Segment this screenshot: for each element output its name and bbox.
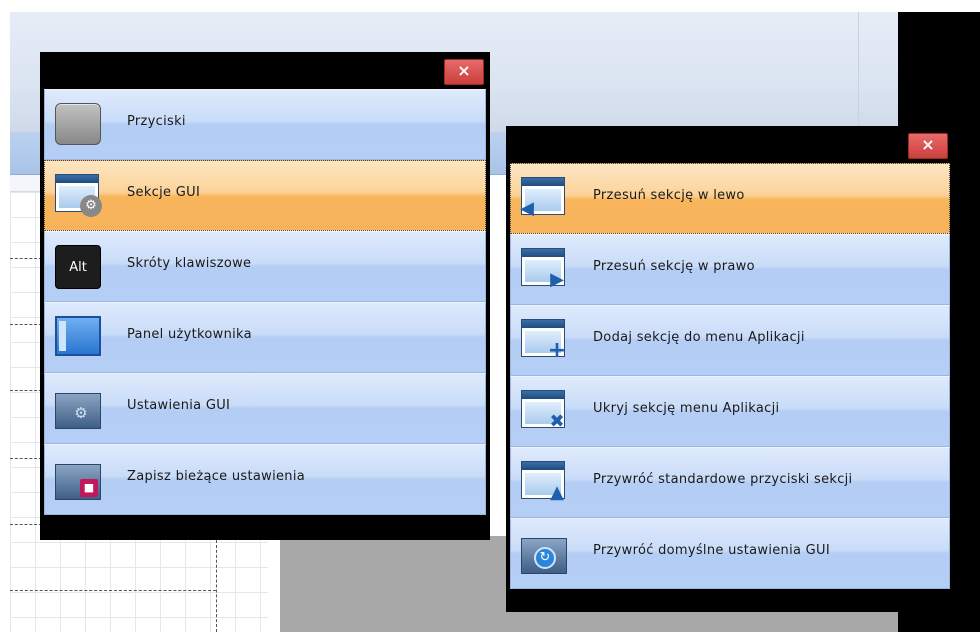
panel-titlebar: × xyxy=(41,53,489,89)
menu-item-label: Sekcje GUI xyxy=(127,185,201,200)
menu-item-keyboard-shortcuts[interactable]: Alt Skróty klawiszowe xyxy=(44,231,486,302)
restore-buttons-icon: ▲ xyxy=(521,461,567,505)
button-icon xyxy=(55,103,101,147)
gui-menu-panel: × Przyciski ⚙ Sekcje GUI Alt Skróty klaw… xyxy=(40,52,490,540)
menu-item-label: Dodaj sekcję do menu Aplikacji xyxy=(593,330,805,345)
menu-item-label: Przesuń sekcję w lewo xyxy=(593,188,745,203)
close-button[interactable]: × xyxy=(444,59,484,85)
user-panel-icon xyxy=(55,316,101,360)
guide-line xyxy=(10,324,42,325)
menu-item-label: Panel użytkownika xyxy=(127,327,252,342)
guide-line xyxy=(10,458,42,459)
guide-line-vertical xyxy=(216,540,217,632)
menu-item-label: Ustawienia GUI xyxy=(127,398,231,413)
hide-section-icon: ✖ xyxy=(521,390,567,434)
restore-gui-icon: ↻ xyxy=(521,532,567,576)
menu-item-label: Skróty klawiszowe xyxy=(127,256,252,271)
guide-line xyxy=(10,590,216,591)
menu-item-label: Przesuń sekcję w prawo xyxy=(593,259,755,274)
menu-item-restore-gui-defaults[interactable]: ↻ Przywróć domyślne ustawienia GUI xyxy=(510,518,950,589)
menu-item-label: Przywróć standardowe przyciski sekcji xyxy=(593,472,853,487)
menu-item-label: Przywróć domyślne ustawienia GUI xyxy=(593,543,831,558)
menu-item-move-section-right[interactable]: ▶ Przesuń sekcję w prawo xyxy=(510,234,950,305)
menu-item-hide-section[interactable]: ✖ Ukryj sekcję menu Aplikacji xyxy=(510,376,950,447)
menu-item-gui-sections[interactable]: ⚙ Sekcje GUI xyxy=(44,160,486,231)
panel-titlebar: × xyxy=(507,127,953,163)
menu-item-move-section-left[interactable]: ◀ Przesuń sekcję w lewo xyxy=(510,163,950,234)
menu-item-label: Przyciski xyxy=(127,114,186,129)
guide-line xyxy=(10,390,42,391)
menu-item-save-settings[interactable]: ■ Zapisz bieżące ustawienia xyxy=(44,444,486,515)
menu-item-user-panel[interactable]: Panel użytkownika xyxy=(44,302,486,373)
ribbon-divider xyxy=(858,12,859,132)
menu-item-label: Zapisz bieżące ustawienia xyxy=(127,469,306,484)
guide-line xyxy=(10,258,42,259)
gui-settings-icon: ⚙ xyxy=(55,387,101,431)
menu-item-add-section[interactable]: + Dodaj sekcję do menu Aplikacji xyxy=(510,305,950,376)
save-settings-icon: ■ xyxy=(55,458,101,502)
menu-item-restore-section-buttons[interactable]: ▲ Przywróć standardowe przyciski sekcji xyxy=(510,447,950,518)
alt-key-text: Alt xyxy=(55,245,101,289)
alt-key-icon: Alt xyxy=(55,245,101,289)
move-section-right-icon: ▶ xyxy=(521,248,567,292)
gui-section-icon: ⚙ xyxy=(55,174,102,218)
section-menu-panel: × ◀ Przesuń sekcję w lewo ▶ Przesuń sekc… xyxy=(506,126,954,612)
menu-item-gui-settings[interactable]: ⚙ Ustawienia GUI xyxy=(44,373,486,444)
close-button[interactable]: × xyxy=(908,133,948,159)
menu-item-buttons[interactable]: Przyciski xyxy=(44,89,486,160)
move-section-left-icon: ◀ xyxy=(520,177,567,221)
add-section-icon: + xyxy=(521,319,567,363)
menu-item-label: Ukryj sekcję menu Aplikacji xyxy=(593,401,780,416)
guide-line xyxy=(10,524,42,525)
